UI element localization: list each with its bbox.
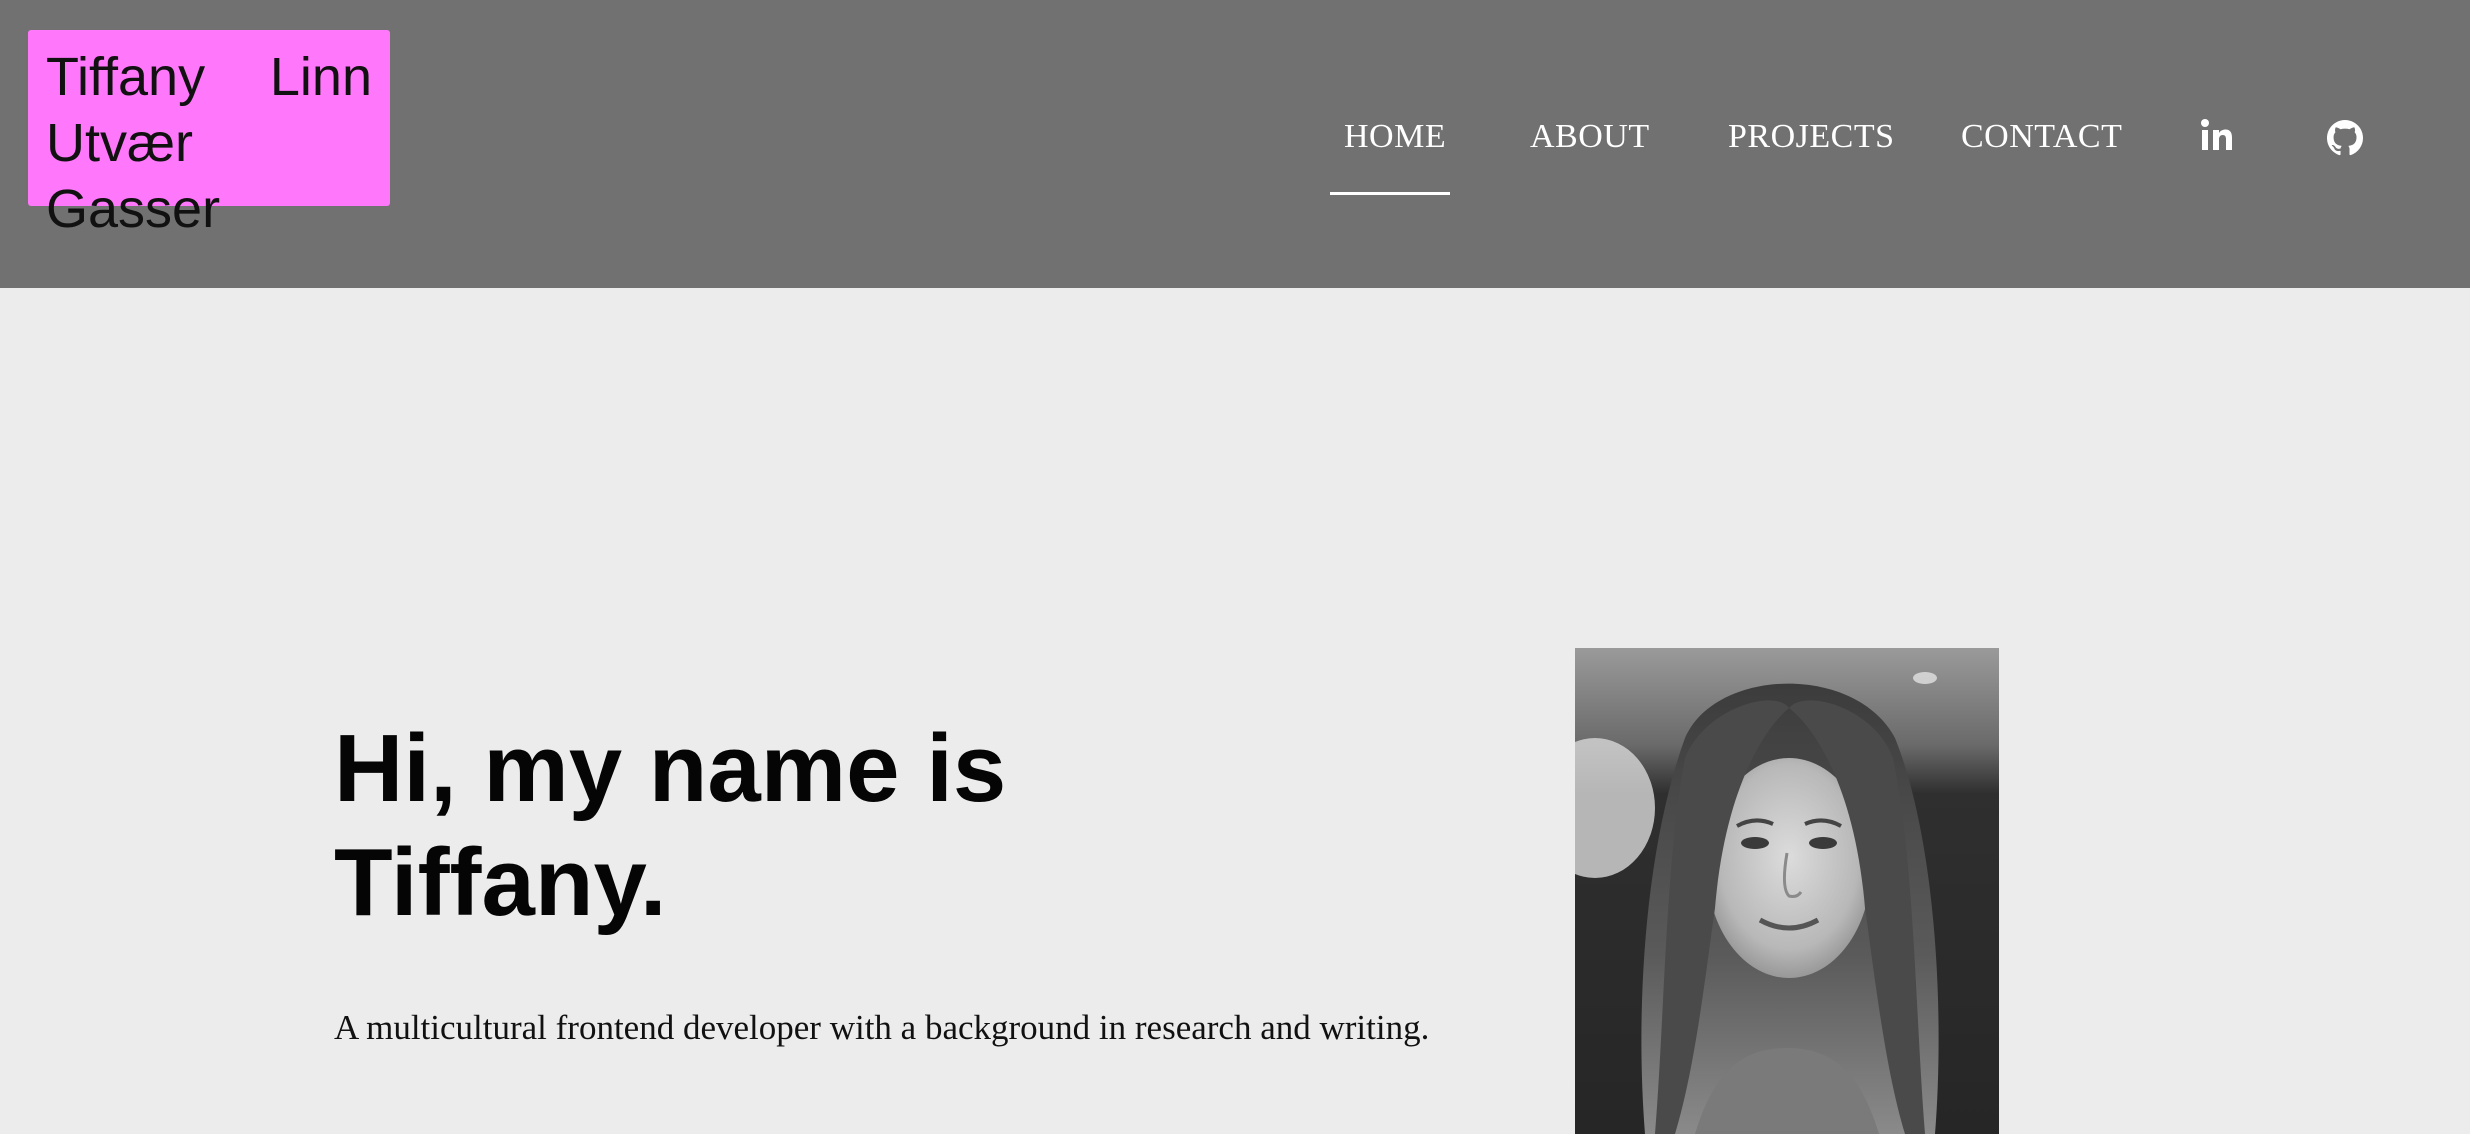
nav-active-underline xyxy=(1330,192,1450,195)
nav-projects[interactable]: PROJECTS xyxy=(1728,118,1895,156)
nav-about[interactable]: ABOUT xyxy=(1530,118,1650,156)
hero-title-line-1: Hi, my name is xyxy=(334,715,1007,822)
hero-section: Hi, my name is Tiffany. A multicultural … xyxy=(334,712,1429,1047)
profile-photo xyxy=(1575,648,1999,1134)
site-header: Tiffany Linn Utvær Gasser HOME ABOUT PRO… xyxy=(0,0,2470,288)
github-icon[interactable] xyxy=(2327,120,2363,161)
nav-contact[interactable]: CONTACT xyxy=(1961,118,2122,156)
logo-line-2: Utvær Gasser xyxy=(46,113,221,239)
hero-subtitle: A multicultural frontend developer with … xyxy=(334,1008,1430,1047)
site-logo[interactable]: Tiffany Linn Utvær Gasser xyxy=(28,30,390,239)
linkedin-icon[interactable] xyxy=(2200,118,2234,157)
hero-title-line-2: Tiffany. xyxy=(334,829,667,936)
hero-title: Hi, my name is Tiffany. xyxy=(334,712,1094,940)
nav-home[interactable]: HOME xyxy=(1344,118,1446,156)
logo-line-1: Tiffany Linn xyxy=(46,47,372,107)
